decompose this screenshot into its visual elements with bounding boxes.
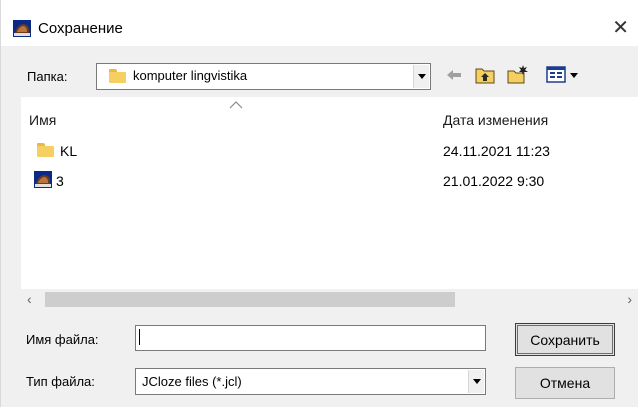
file-list[interactable]: Имя Дата изменения KL 24.11.2021 11:23 3… [21, 97, 638, 310]
file-date: 21.01.2022 9:30 [443, 173, 545, 189]
new-folder-icon[interactable] [507, 64, 529, 84]
jcloze-file-icon [34, 171, 52, 188]
file-date: 24.11.2021 11:23 [443, 143, 550, 159]
jcloze-app-icon [13, 20, 31, 37]
column-header-date[interactable]: Дата изменения [443, 111, 548, 129]
filename-label: Имя файла: [26, 332, 99, 347]
title-bar: Сохранение ✕ [1, 0, 638, 46]
save-dialog: Сохранение ✕ Папка: komputer lingvistika… [0, 0, 638, 407]
folder-icon [109, 69, 126, 83]
folder-up-icon[interactable] [475, 66, 495, 84]
view-menu-icon[interactable] [546, 66, 582, 84]
filetype-dropdown[interactable]: JCloze files (*.jcl) [135, 368, 486, 395]
chevron-down-icon[interactable] [413, 65, 429, 88]
text-cursor [139, 329, 140, 345]
horizontal-scrollbar[interactable]: ‹ › [21, 289, 638, 310]
dialog-title: Сохранение [38, 20, 123, 37]
filetype-label: Тип файла: [26, 374, 95, 389]
location-dropdown[interactable]: komputer lingvistika [96, 63, 431, 90]
save-button[interactable]: Сохранить [515, 323, 615, 356]
scrollbar-thumb[interactable] [45, 292, 455, 307]
folder-icon [37, 143, 54, 157]
cancel-button[interactable]: Отмена [515, 367, 615, 399]
scroll-right-icon[interactable]: › [627, 291, 632, 307]
scroll-left-icon[interactable]: ‹ [27, 291, 32, 307]
chevron-down-icon[interactable] [468, 370, 484, 393]
column-header-name[interactable]: Имя [29, 111, 56, 129]
back-arrow-icon[interactable] [446, 68, 462, 82]
file-name: KL [60, 143, 78, 159]
filename-input[interactable] [135, 325, 486, 351]
location-value: komputer lingvistika [133, 68, 248, 83]
close-icon[interactable]: ✕ [612, 18, 629, 38]
location-label: Папка: [27, 69, 68, 84]
filetype-value: JCloze files (*.jcl) [142, 374, 242, 389]
file-name: 3 [56, 173, 64, 189]
sort-ascending-icon [229, 101, 243, 109]
